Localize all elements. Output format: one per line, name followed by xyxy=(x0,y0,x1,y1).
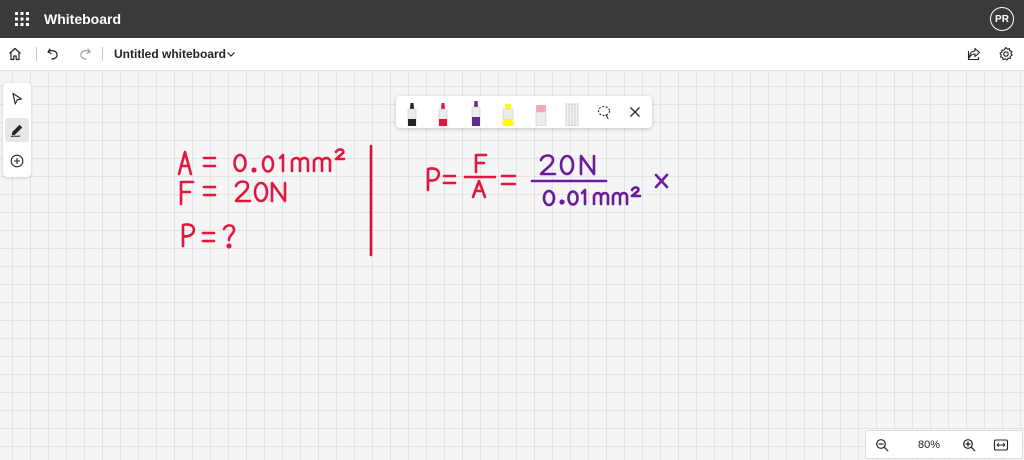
eraser[interactable] xyxy=(531,100,551,127)
zoom-in-icon xyxy=(963,439,976,452)
pen-purple[interactable] xyxy=(466,100,486,127)
redo-icon xyxy=(80,48,91,60)
inking-tool-button[interactable] xyxy=(5,118,29,142)
highlighter-icon xyxy=(502,104,514,127)
app-launcher-icon[interactable] xyxy=(0,0,44,38)
pen-icon xyxy=(10,124,23,137)
undo-button[interactable] xyxy=(42,43,64,65)
zoom-out-icon xyxy=(876,439,889,452)
user-avatar[interactable]: PR xyxy=(990,7,1014,31)
fit-to-screen-icon xyxy=(993,439,1009,451)
pen-toolbar xyxy=(396,96,652,128)
ruler-icon xyxy=(565,103,579,127)
lasso-icon xyxy=(597,105,611,120)
left-toolbar xyxy=(3,83,31,177)
title-bar: Whiteboard PR xyxy=(0,0,1024,38)
gear-icon xyxy=(999,46,1013,61)
share-button[interactable] xyxy=(963,43,985,65)
ruler[interactable] xyxy=(562,100,582,127)
zoom-controls: 80% xyxy=(865,430,1023,459)
settings-button[interactable] xyxy=(995,43,1017,65)
lasso-select-button[interactable] xyxy=(594,102,614,122)
close-icon xyxy=(630,107,640,117)
highlighter-yellow[interactable] xyxy=(498,100,518,127)
share-icon xyxy=(967,47,981,61)
separator xyxy=(36,47,37,61)
cursor-arrow-icon xyxy=(12,92,23,105)
zoom-level[interactable]: 80% xyxy=(914,439,944,451)
pen-red[interactable] xyxy=(433,100,453,127)
document-menu-button[interactable] xyxy=(223,45,239,63)
purple-pen-icon xyxy=(471,101,481,127)
command-bar: Untitled whiteboard xyxy=(0,38,1024,71)
eraser-icon xyxy=(535,105,547,127)
home-icon xyxy=(9,47,21,61)
select-tool-button[interactable] xyxy=(5,87,29,111)
pen-black[interactable] xyxy=(402,100,422,127)
chevron-down-icon xyxy=(227,52,235,57)
add-circle-icon xyxy=(10,154,24,168)
close-pen-toolbar-button[interactable] xyxy=(625,102,645,122)
undo-icon xyxy=(47,48,58,60)
redo-button[interactable] xyxy=(74,43,96,65)
whiteboard-canvas[interactable] xyxy=(0,71,1024,460)
add-content-button[interactable] xyxy=(5,149,29,173)
zoom-in-button[interactable] xyxy=(959,435,979,455)
home-button[interactable] xyxy=(4,43,26,65)
zoom-out-button[interactable] xyxy=(872,435,892,455)
red-pen-icon xyxy=(438,103,448,127)
fit-to-screen-button[interactable] xyxy=(991,435,1011,455)
black-pen-icon xyxy=(407,103,417,127)
document-title[interactable]: Untitled whiteboard xyxy=(114,47,226,61)
app-name: Whiteboard xyxy=(44,11,121,27)
separator xyxy=(102,47,103,61)
